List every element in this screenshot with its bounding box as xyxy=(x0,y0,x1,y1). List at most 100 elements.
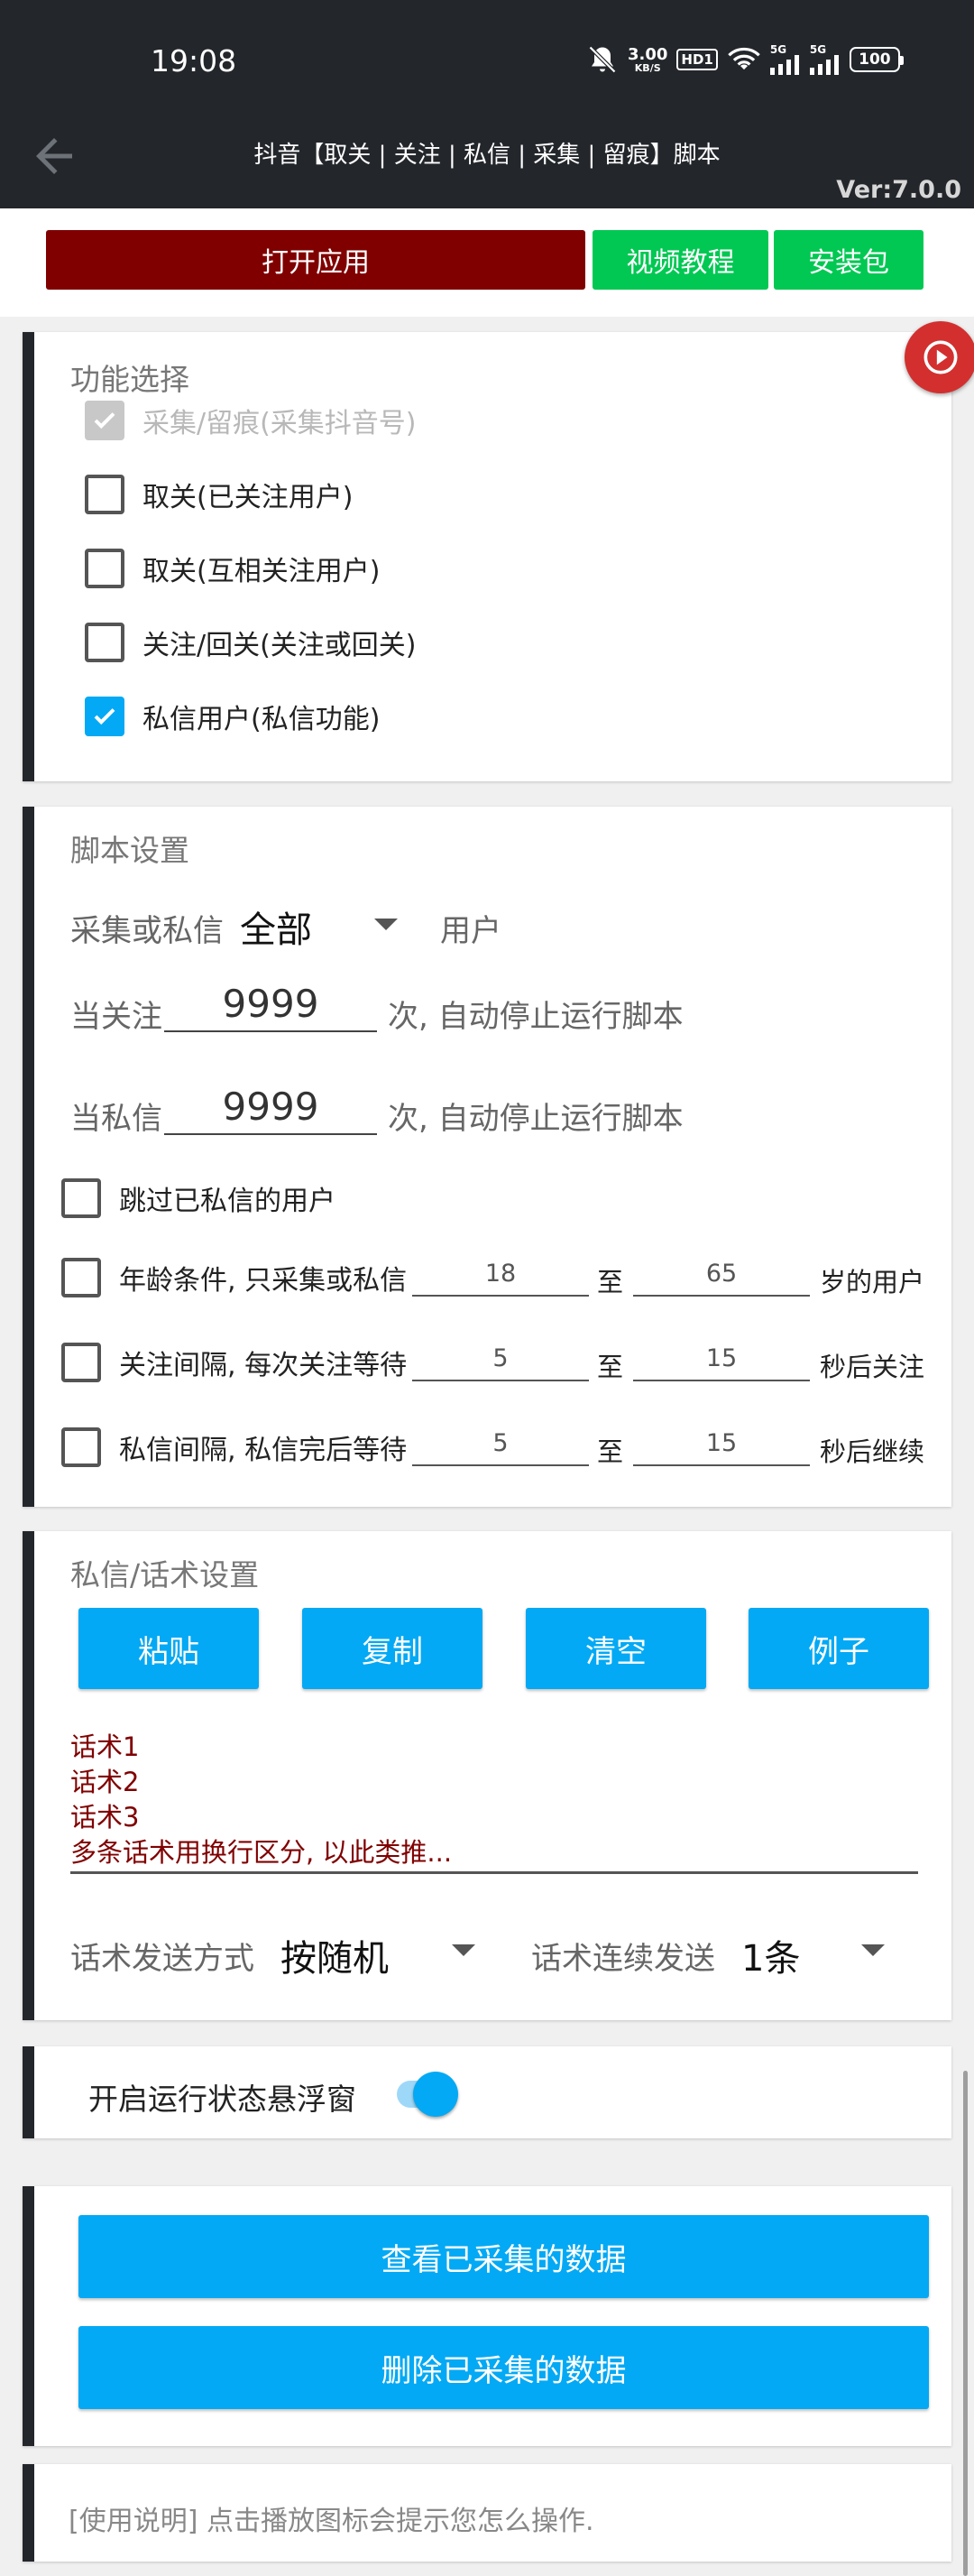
message-script-card: 私信/话术设置 粘贴 复制 清空 例子 话术1 话术2 话术3 多条话术用换行区… xyxy=(23,1531,951,2020)
send-mode-dropdown-value[interactable]: 按随机 xyxy=(280,1929,389,1981)
follow-limit-suffix: 次, 自动停止运行脚本 xyxy=(388,999,684,1035)
script-settings-card: 脚本设置 采集或私信 全部 用户 当关注 次, 自动停止运行脚本 当私信 次, … xyxy=(23,807,951,1507)
dm-interval-min-input[interactable] xyxy=(412,1421,589,1466)
mute-icon xyxy=(586,43,619,76)
checkbox-follow-back[interactable] xyxy=(85,623,124,662)
script-textarea[interactable]: 话术1 话术2 话术3 多条话术用换行区分, 以此类推... xyxy=(70,1730,918,1874)
battery-level: 100 xyxy=(859,51,891,69)
script-settings-title: 脚本设置 xyxy=(70,833,189,868)
usage-note: [使用说明] 点击播放图标会提示您怎么操作. xyxy=(69,2506,594,2537)
option-label: 关注/回关(关注或回关) xyxy=(142,630,417,661)
option-direct-message[interactable]: 私信用户(私信功能) xyxy=(85,697,380,736)
option-collect[interactable]: 采集/留痕(采集抖音号) xyxy=(85,401,417,440)
follow-limit-input[interactable] xyxy=(164,976,377,1032)
dm-interval-to-label: 至 xyxy=(597,1436,624,1467)
signal-type-2: 5G xyxy=(809,43,827,56)
age-to-label: 至 xyxy=(597,1267,624,1297)
view-data-button[interactable]: 查看已采集的数据 xyxy=(78,2215,929,2298)
signal-type-1: 5G xyxy=(769,43,787,56)
play-help-button[interactable] xyxy=(905,321,974,393)
delete-data-button[interactable]: 删除已采集的数据 xyxy=(78,2326,929,2409)
continuous-send-dropdown-value[interactable]: 1条 xyxy=(741,1929,800,1981)
copy-button[interactable]: 复制 xyxy=(302,1608,482,1689)
checkbox-unfollow-mutual[interactable] xyxy=(85,549,124,588)
follow-interval-suffix: 秒后关注 xyxy=(820,1352,925,1382)
clock: 19:08 xyxy=(151,43,237,78)
collect-label: 采集或私信 xyxy=(70,913,224,949)
dm-interval-label: 私信间隔, 私信完后等待 xyxy=(119,1435,408,1466)
option-label: 采集/留痕(采集抖音号) xyxy=(142,408,417,439)
age-max-input[interactable] xyxy=(633,1251,810,1297)
dm-interval-max-input[interactable] xyxy=(633,1421,810,1466)
option-skip-messaged[interactable]: 跳过已私信的用户 xyxy=(61,1178,335,1218)
net-speed-unit: KB/S xyxy=(634,61,661,74)
check-icon xyxy=(94,708,115,725)
checkbox-unfollow-followed[interactable] xyxy=(85,475,124,514)
wifi-icon xyxy=(727,46,761,73)
option-age-condition[interactable]: 年龄条件, 只采集或私信 xyxy=(61,1258,407,1297)
checkbox-follow-interval[interactable] xyxy=(61,1343,101,1382)
checkbox-dm-interval[interactable] xyxy=(61,1427,101,1467)
follow-interval-to-label: 至 xyxy=(597,1352,624,1382)
message-script-title: 私信/话术设置 xyxy=(70,1557,260,1593)
install-package-button[interactable]: 安装包 xyxy=(774,230,923,290)
top-button-bar: 打开应用 视频教程 安装包 xyxy=(0,208,974,317)
checkbox-collect[interactable] xyxy=(85,401,124,440)
follow-interval-min-input[interactable] xyxy=(412,1336,589,1381)
app-title: 抖音【取关 | 关注 | 私信 | 采集 | 留痕】脚本 xyxy=(253,142,721,169)
usage-note-card: [使用说明] 点击播放图标会提示您怎么操作. xyxy=(23,2464,951,2562)
collect-dropdown-caret-icon[interactable] xyxy=(374,919,398,930)
option-follow-interval[interactable]: 关注间隔, 每次关注等待 xyxy=(61,1343,407,1382)
continuous-send-label: 话术连续发送 xyxy=(531,1941,715,1977)
collect-suffix: 用户 xyxy=(440,913,501,949)
video-tutorial-button[interactable]: 视频教程 xyxy=(593,230,768,290)
option-dm-interval[interactable]: 私信间隔, 私信完后等待 xyxy=(61,1427,407,1467)
function-select-title: 功能选择 xyxy=(70,362,189,397)
follow-interval-max-input[interactable] xyxy=(633,1336,810,1381)
open-app-button[interactable]: 打开应用 xyxy=(46,230,585,290)
floating-window-label: 开启运行状态悬浮窗 xyxy=(88,2082,356,2117)
checkbox-direct-message[interactable] xyxy=(85,697,124,736)
data-actions-card: 查看已采集的数据 删除已采集的数据 xyxy=(23,2186,951,2446)
age-min-input[interactable] xyxy=(412,1251,589,1297)
status-icons: 3.00 KB/S HD1 5G 5G 100 xyxy=(586,42,904,78)
skip-messaged-label: 跳过已私信的用户 xyxy=(119,1186,335,1217)
signal-icon: 5G xyxy=(769,43,801,75)
age-condition-label: 年龄条件, 只采集或私信 xyxy=(119,1265,408,1297)
option-unfollow-followed[interactable]: 取关(已关注用户) xyxy=(85,475,353,514)
battery-icon: 100 xyxy=(849,47,904,72)
scrollbar[interactable] xyxy=(963,2071,968,2576)
clear-button[interactable]: 清空 xyxy=(526,1608,706,1689)
checkbox-age-condition[interactable] xyxy=(61,1258,101,1297)
send-mode-label: 话术发送方式 xyxy=(70,1941,254,1977)
net-speed: 3.00 KB/S xyxy=(628,44,668,74)
option-follow-back[interactable]: 关注/回关(关注或回关) xyxy=(85,623,417,662)
version-label: Ver:7.0.0 xyxy=(836,176,961,204)
paste-button[interactable]: 粘贴 xyxy=(78,1608,259,1689)
option-label: 取关(互相关注用户) xyxy=(142,556,381,587)
signal-icon: 5G xyxy=(809,43,841,75)
option-unfollow-mutual[interactable]: 取关(互相关注用户) xyxy=(85,549,380,588)
send-mode-caret-icon[interactable] xyxy=(452,1944,475,1956)
hd-badge: HD1 xyxy=(676,49,718,70)
checkbox-skip-messaged[interactable] xyxy=(61,1178,101,1218)
option-label: 私信用户(私信功能) xyxy=(142,704,381,735)
dm-interval-suffix: 秒后继续 xyxy=(820,1436,925,1467)
toggle-knob[interactable] xyxy=(413,2072,458,2117)
follow-limit-label: 当关注 xyxy=(70,999,162,1035)
dm-limit-label: 当私信 xyxy=(70,1101,162,1137)
continuous-send-caret-icon[interactable] xyxy=(861,1944,885,1956)
status-bar: 19:08 3.00 KB/S HD1 5G 5G 100 xyxy=(0,0,974,122)
option-label: 取关(已关注用户) xyxy=(142,482,354,513)
age-suffix: 岁的用户 xyxy=(820,1267,925,1297)
follow-interval-label: 关注间隔, 每次关注等待 xyxy=(119,1350,408,1381)
play-icon xyxy=(923,340,958,374)
app-bar: 抖音【取关 | 关注 | 私信 | 采集 | 留痕】脚本 Ver:7.0.0 xyxy=(0,122,974,208)
net-speed-value: 3.00 xyxy=(628,44,668,64)
function-select-card: 功能选择 采集/留痕(采集抖音号) 取关(已关注用户) 取关(互相关注用户) 关… xyxy=(23,332,951,781)
example-button[interactable]: 例子 xyxy=(749,1608,929,1689)
collect-dropdown-value[interactable]: 全部 xyxy=(240,900,312,953)
dm-limit-suffix: 次, 自动停止运行脚本 xyxy=(388,1101,684,1137)
dm-limit-input[interactable] xyxy=(164,1079,377,1135)
floating-window-card: 开启运行状态悬浮窗 xyxy=(23,2046,951,2138)
